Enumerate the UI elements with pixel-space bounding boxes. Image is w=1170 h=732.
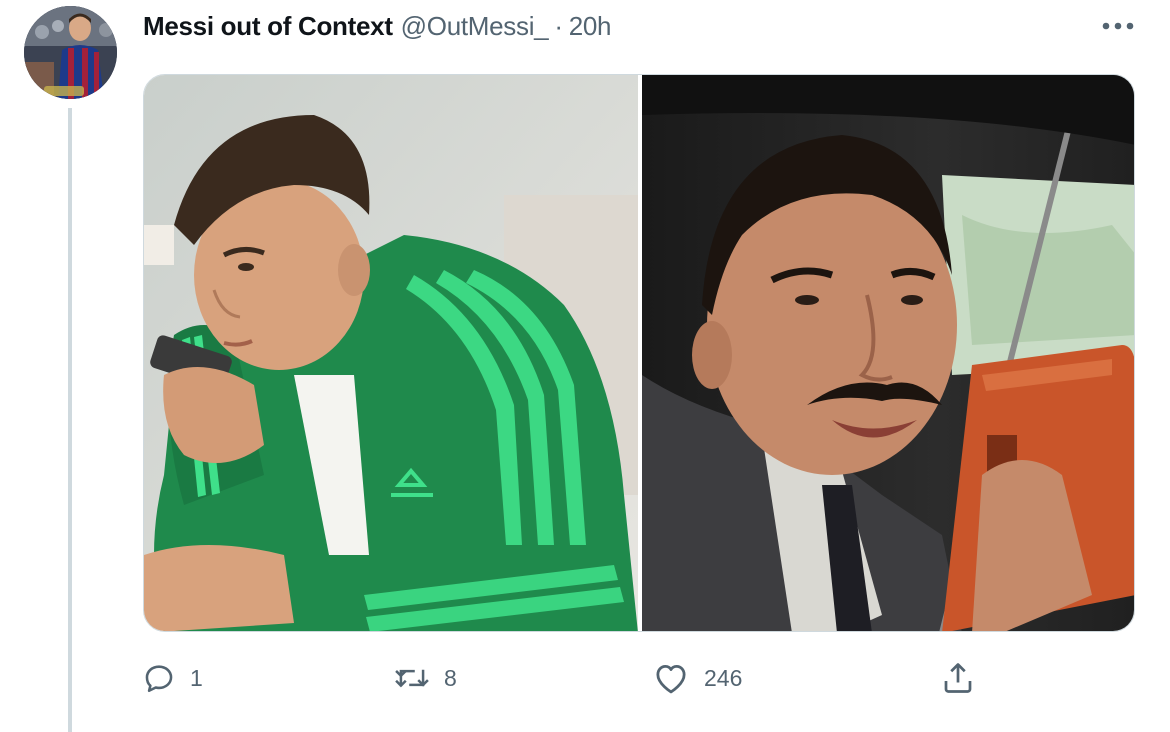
retweet-icon — [395, 669, 429, 688]
tweet-actions: 1 8 246 — [0, 654, 1170, 702]
retweet-count: 8 — [444, 664, 457, 691]
reply-icon — [145, 665, 173, 693]
tweet-header: Messi out of Context @OutMessi_ · 20h — [143, 8, 611, 44]
like-button[interactable]: 246 — [652, 654, 742, 702]
separator-dot: · — [554, 10, 563, 41]
avatar-image — [24, 6, 117, 99]
display-name[interactable]: Messi out of Context — [143, 11, 393, 42]
like-count: 246 — [704, 664, 743, 691]
avatar[interactable] — [24, 6, 117, 99]
media-photo-right[interactable] — [642, 75, 1134, 631]
share-button[interactable] — [940, 654, 976, 702]
timestamp[interactable]: 20h — [569, 11, 612, 42]
user-handle[interactable]: @OutMessi_ — [401, 11, 549, 42]
reply-button[interactable]: 1 — [142, 654, 203, 702]
photo-radio-man — [642, 75, 1134, 631]
tweet: Messi out of Context @OutMessi_ · 20h 1 … — [0, 0, 1170, 732]
tweet-media — [143, 74, 1135, 632]
more-options-button[interactable] — [1099, 12, 1137, 40]
photo-green-tracksuit — [144, 75, 638, 631]
retweet-button[interactable]: 8 — [394, 654, 457, 702]
share-icon — [944, 663, 972, 693]
reply-count: 1 — [190, 664, 203, 691]
media-photo-left[interactable] — [144, 75, 638, 631]
thread-line — [68, 108, 72, 732]
more-icon — [1102, 22, 1134, 30]
like-icon — [656, 665, 686, 694]
